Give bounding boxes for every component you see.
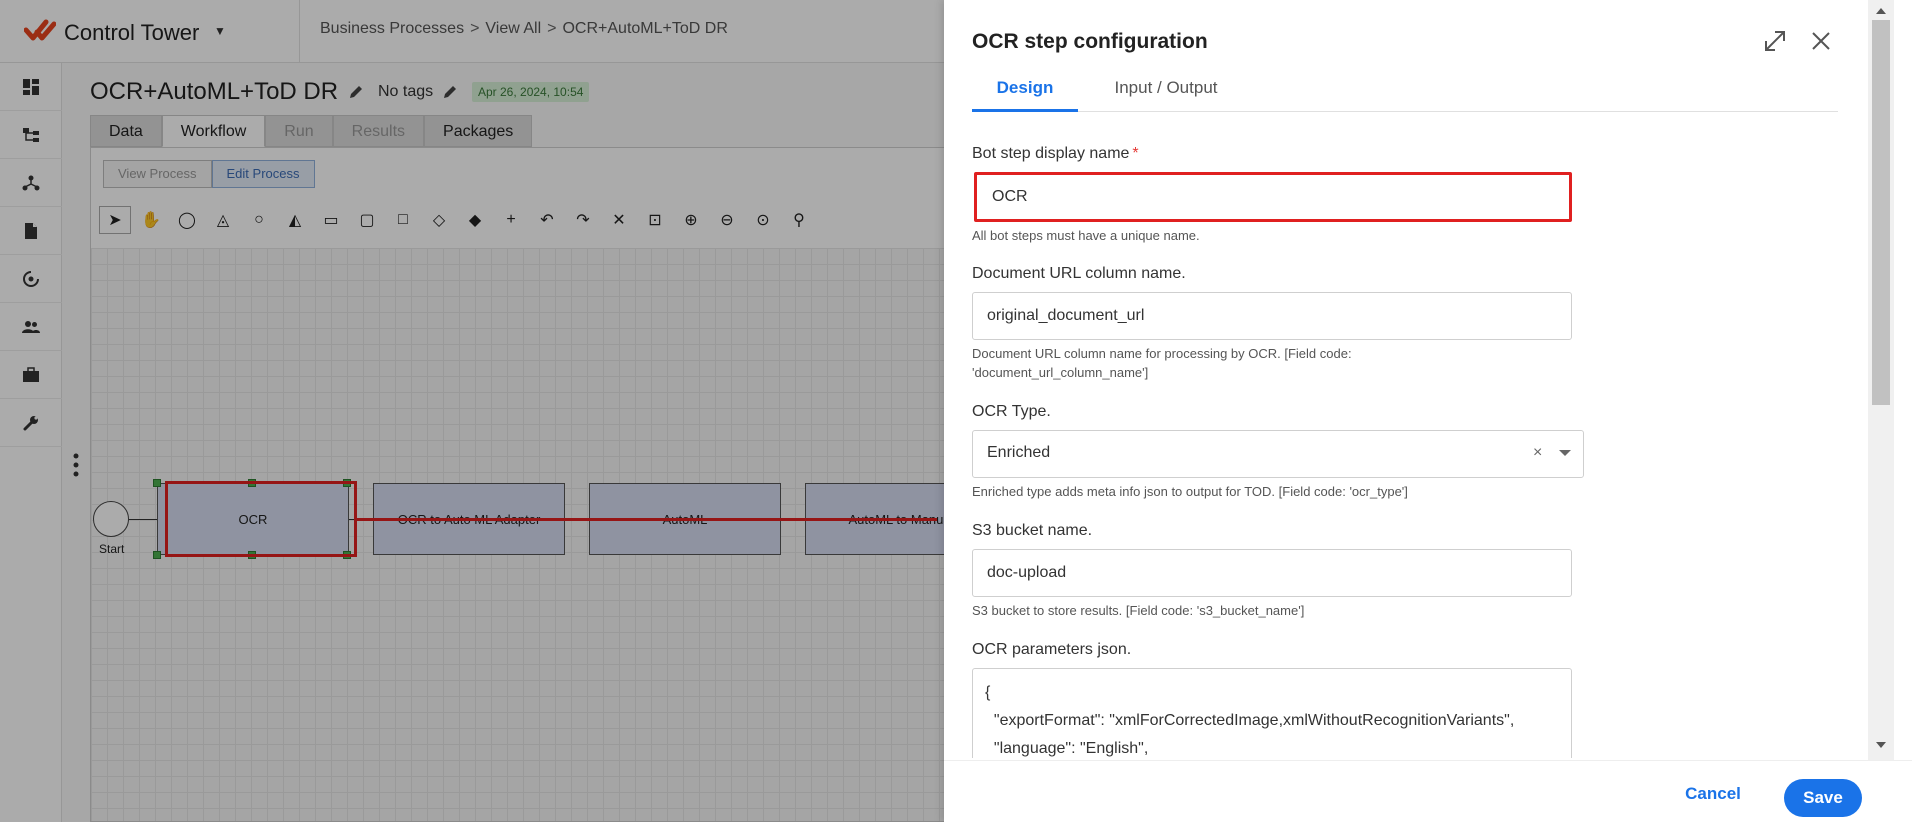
ocr-type-help: Enriched type adds meta info json to out… [972,484,1408,499]
json-line: "exportFormat": "xmlForCorrectedImage,xm… [985,712,1515,729]
json-line: "language": "English", [985,740,1149,757]
drawer-title: OCR step configuration [972,30,1208,53]
doc-url-help-line2: 'document_url_column_name'] [972,365,1149,380]
s3-bucket-input[interactable]: doc-upload [972,549,1572,597]
doc-url-input[interactable]: original_document_url [972,292,1572,340]
doc-url-help-line1: Document URL column name for processing … [972,346,1352,361]
drawer-tabs: Design Input / Output [972,70,1838,112]
scroll-down-arrow-icon[interactable] [1876,742,1886,748]
drawer-scrollbar[interactable] [1868,0,1894,760]
step-config-drawer: OCR step configuration Design Input / Ou… [944,0,1912,822]
config-form: Bot step display name * OCR All bot steps… [972,130,1852,758]
tab-design[interactable]: Design [972,70,1078,112]
drawer-footer: Cancel Save [944,760,1912,822]
doc-url-label: Document URL column name. [972,265,1186,282]
step-name-input[interactable]: OCR [978,176,1566,218]
tab-input-output[interactable]: Input / Output [1096,70,1236,112]
required-mark: * [1132,145,1139,162]
ocr-type-label: OCR Type. [972,403,1051,420]
scrollbar-thumb[interactable] [1872,20,1890,405]
s3-bucket-help: S3 bucket to store results. [Field code:… [972,603,1305,618]
modal-backdrop[interactable] [0,0,944,822]
ocr-type-value: Enriched [987,444,1051,461]
expand-icon[interactable] [1762,28,1788,54]
clear-icon[interactable]: × [1533,444,1542,462]
save-button[interactable]: Save [1784,779,1862,817]
ocr-params-label: OCR parameters json. [972,641,1132,658]
s3-bucket-label: S3 bucket name. [972,522,1093,539]
step-name-label-text: Bot step display name [972,145,1130,162]
step-name-help: All bot steps must have a unique name. [972,228,1200,243]
json-line: { [985,684,991,701]
step-name-label: Bot step display name * [972,145,1139,163]
ocr-params-textarea[interactable]: { "exportFormat": "xmlForCorrectedImage,… [972,668,1572,758]
ocr-type-select[interactable]: Enriched × [972,430,1584,478]
cancel-button[interactable]: Cancel [1672,777,1754,811]
close-icon[interactable] [1810,30,1832,52]
scroll-up-arrow-icon[interactable] [1876,8,1886,14]
dropdown-arrow-icon[interactable] [1559,450,1571,456]
